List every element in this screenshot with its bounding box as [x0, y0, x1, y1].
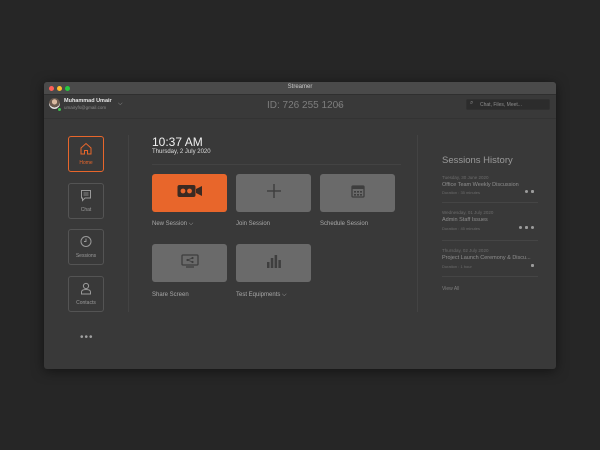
share-screen-icon: [180, 253, 199, 273]
history-duration: Duration : 35 minutes: [442, 190, 481, 195]
search-input[interactable]: Chat, Files, Meet...: [480, 102, 522, 108]
history-name: Office Team Weekly Discussion: [442, 182, 519, 188]
nav-item-contacts[interactable]: Contacts: [68, 276, 104, 312]
chevron-down-icon[interactable]: ⌵: [337, 102, 342, 110]
history-date: Tuesday, 30 June 2020: [442, 175, 489, 180]
divider: [417, 135, 418, 312]
history-duration: Duration : 45 minutes: [442, 226, 481, 231]
plus-icon: [266, 183, 282, 204]
share-screen-button[interactable]: [152, 244, 227, 282]
history-duration: Duration : 1 hour: [442, 264, 472, 269]
divider: [128, 135, 129, 312]
schedule-session-button[interactable]: [320, 174, 395, 212]
nav-item-home[interactable]: Home: [68, 136, 104, 172]
video-icon: [530, 190, 534, 193]
app-window: Streamer Muhammad Umair umairyfs@gmail.c…: [44, 82, 556, 369]
test-equipments-button[interactable]: [236, 244, 311, 282]
window-title: Streamer: [287, 84, 313, 90]
chevron-down-icon[interactable]: ⌵: [282, 292, 287, 298]
divider: [442, 202, 538, 203]
schedule-session-label: Schedule Session: [320, 221, 369, 227]
nav-label: Contacts: [76, 300, 96, 306]
nav-item-chat[interactable]: Chat: [68, 183, 104, 219]
video-icon: [530, 264, 534, 267]
new-session-button[interactable]: [152, 174, 227, 212]
history-date: Thursday, 02 July 2020: [442, 248, 489, 253]
divider: [442, 276, 538, 277]
current-time: 10:37 AM: [152, 135, 203, 149]
divider: [152, 164, 401, 165]
files-icon: [524, 190, 528, 193]
chat-icon: [531, 226, 534, 229]
nav-label: Sessions: [75, 253, 97, 259]
search-icon: ⌕: [470, 100, 474, 106]
view-all-link[interactable]: View All: [442, 286, 459, 292]
calendar-icon: [350, 184, 365, 203]
new-session-label[interactable]: New Session ⌵: [152, 221, 193, 228]
video-camera-icon: [177, 184, 203, 203]
nav-label: Chat: [80, 207, 92, 213]
online-status-indicator: [57, 107, 62, 112]
history-name: Admin Staff Issues: [442, 217, 488, 223]
test-equipments-label[interactable]: Test Equipments ⌵: [236, 292, 287, 299]
history-date: Wednesday, 01 July 2020: [442, 210, 494, 215]
chevron-down-icon[interactable]: ⌵: [189, 221, 194, 227]
nav-item-sessions[interactable]: Sessions: [68, 229, 104, 265]
sessions-history-title: Sessions History: [442, 155, 513, 166]
bar-chart-icon: [266, 254, 282, 273]
chevron-down-icon[interactable]: ⌵: [118, 101, 123, 108]
home-icon: [69, 142, 103, 155]
history-name: Project Launch Ceremony & Discu...: [442, 255, 531, 261]
search-box[interactable]: ⌕ Chat, Files, Meet...: [466, 99, 550, 110]
chat-icon: [69, 189, 103, 202]
title-bar: Streamer: [44, 82, 556, 95]
user-email: umairyfs@gmail.com: [64, 105, 107, 110]
current-date: Thursday, 2 July 2020: [152, 149, 211, 155]
divider: [442, 240, 538, 241]
more-options-icon[interactable]: •••: [80, 332, 94, 343]
files-icon: [518, 226, 522, 229]
video-icon: [524, 226, 528, 229]
nav-label: Home: [79, 160, 93, 166]
share-screen-label: Share Screen: [152, 292, 189, 298]
session-id: ID: 726 255 1206: [267, 100, 344, 111]
join-session-button[interactable]: [236, 174, 311, 212]
user-name: Muhammad Umair: [64, 98, 112, 104]
person-icon: [69, 282, 103, 295]
clock-icon: [69, 235, 103, 248]
top-bar: Muhammad Umair umairyfs@gmail.com ⌵ ID: …: [44, 95, 556, 119]
join-session-label: Join Session: [236, 221, 271, 227]
